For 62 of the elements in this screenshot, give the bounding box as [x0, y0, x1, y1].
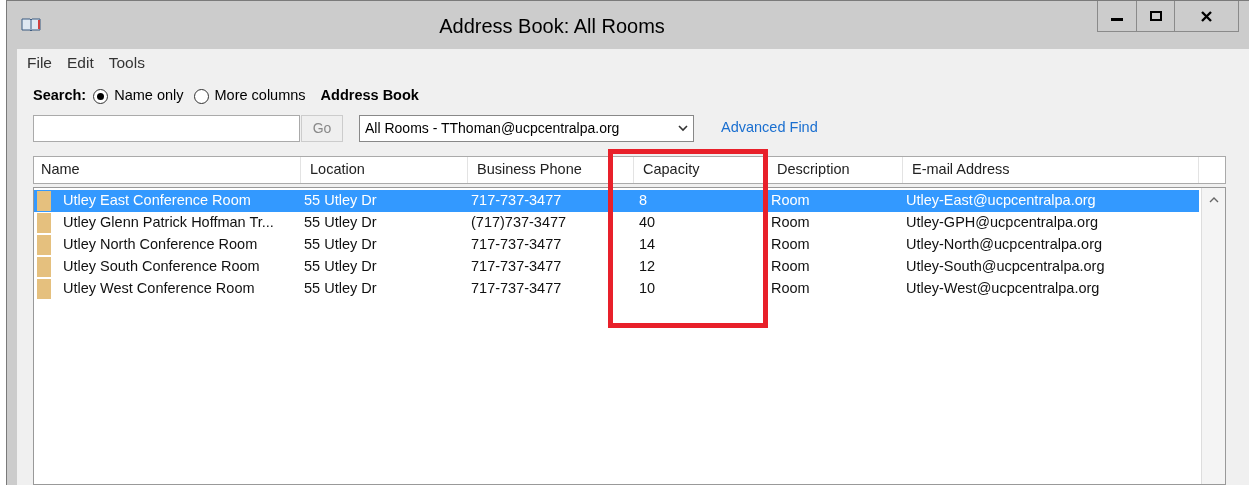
table-cell-text: Room: [771, 257, 810, 277]
column-header[interactable]: E-mail Address: [903, 157, 1199, 183]
table-cell-text: Utley-East@ucpcentralpa.org: [906, 191, 1096, 211]
search-field[interactable]: [33, 114, 300, 142]
search-label: Search:: [33, 86, 87, 106]
table-cell-text: 55 Utley Dr: [304, 279, 377, 299]
chevron-down-icon: [678, 124, 688, 132]
table-cell-text: 10: [639, 279, 656, 299]
maximize-icon: [1149, 11, 1162, 21]
window-title: Address Book: All Rooms: [439, 14, 665, 39]
book-icon: [21, 17, 41, 31]
radio-option[interactable]: Name only: [93, 85, 184, 107]
address-book-label: Address Book: [320, 86, 419, 106]
close-icon: [1201, 10, 1212, 22]
table-cell-text: Utley West Conference Room: [63, 279, 255, 299]
table-cell-text: Room: [771, 279, 810, 299]
column-header[interactable]: Description: [768, 157, 903, 183]
room-icon: [37, 279, 51, 299]
table-cell-text: (717)737-3477: [471, 213, 567, 233]
table-cell-text: Utley-GPH@ucpcentralpa.org: [906, 213, 1099, 233]
column-header[interactable]: Capacity: [634, 157, 768, 183]
menu-item[interactable]: File: [27, 50, 52, 75]
table-row[interactable]: Utley Glenn Patrick Hoffman Tr... 55 Utley Dr (717)737-3477 40 Room Utley-GPH@ucpcentralpa.org: [34, 212, 1199, 234]
address-book-dropdown[interactable]: All Rooms - TThoman@ucpcentralpa.org: [359, 114, 694, 142]
table-cell-text: Room: [771, 213, 810, 233]
table-cell-text: 55 Utley Dr: [304, 235, 377, 255]
table-row[interactable]: Utley North Conference Room 55 Utley Dr 717-737-3477 14 Room Utley-North@ucpcentralpa.org: [34, 234, 1199, 256]
column-header[interactable]: Business Phone: [468, 157, 634, 183]
scroll-up-icon[interactable]: [1208, 196, 1219, 203]
table-cell-text: Utley-North@ucpcentralpa.org: [906, 235, 1103, 255]
table-cell-text: 14: [639, 235, 656, 255]
table-cell-text: 55 Utley Dr: [304, 213, 377, 233]
table-cell-text: 717-737-3477: [471, 279, 562, 299]
table-cell-text: 717-737-3477: [471, 257, 562, 277]
advanced-find-link[interactable]: Advanced Find: [721, 117, 818, 139]
table-cell-text: Utley North Conference Room: [63, 235, 258, 255]
table-cell-text: 55 Utley Dr: [304, 257, 377, 277]
table-cell-text: 8: [639, 191, 648, 211]
table-cell-text: 12: [639, 257, 656, 277]
room-icon: [37, 213, 51, 233]
table-cell-text: 40: [639, 213, 656, 233]
menu-item[interactable]: Edit: [67, 50, 94, 75]
minimize-icon: [1111, 17, 1123, 21]
table-cell-text: Room: [771, 191, 810, 211]
table-cell-text: Utley South Conference Room: [63, 257, 260, 277]
room-icon: [37, 235, 51, 255]
table-cell-text: 55 Utley Dr: [304, 191, 377, 211]
table-cell-text: 717-737-3477: [471, 235, 562, 255]
table-cell-text: 717-737-3477: [471, 191, 562, 211]
table-row[interactable]: Utley South Conference Room 55 Utley Dr 717-737-3477 12 Room Utley-South@ucpcentralpa.org: [34, 256, 1199, 278]
table-cell-text: Utley East Conference Room: [63, 191, 251, 211]
room-icon: [37, 191, 51, 211]
table-cell-text: Utley-South@ucpcentralpa.org: [906, 257, 1105, 277]
column-header[interactable]: Location: [301, 157, 468, 183]
table-row[interactable]: Utley West Conference Room 55 Utley Dr 717-737-3477 10 Room Utley-West@ucpcentralpa.org: [34, 278, 1199, 300]
column-header[interactable]: Name: [34, 157, 301, 183]
radio-option[interactable]: More columns: [193, 85, 306, 107]
table-cell-text: Utley Glenn Patrick Hoffman Tr...: [63, 213, 274, 233]
menu-item[interactable]: Tools: [108, 50, 145, 75]
table-cell-text: Utley-West@ucpcentralpa.org: [906, 279, 1100, 299]
table-cell-text: Room: [771, 235, 810, 255]
room-icon: [37, 257, 51, 277]
